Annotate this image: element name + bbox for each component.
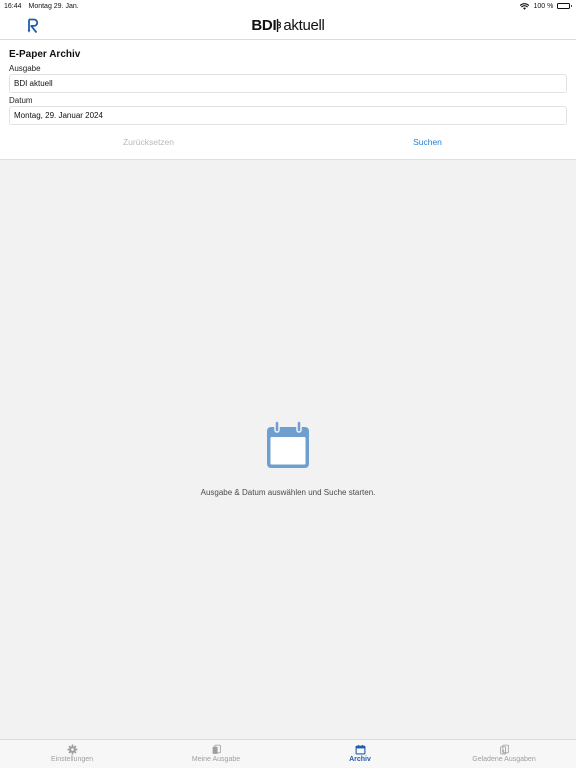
search-button[interactable]: Suchen: [288, 135, 567, 149]
tab-label: Einstellungen: [50, 756, 94, 763]
tab-archiv[interactable]: Archiv: [288, 740, 432, 768]
empty-message: Ausgabe & Datum auswählen und Suche star…: [200, 488, 376, 497]
brand-bold: BDI: [251, 17, 277, 34]
ausgabe-select[interactable]: BDI aktuell: [9, 74, 567, 93]
status-date: Montag 29. Jan.: [28, 2, 79, 10]
tab-einstellungen[interactable]: Einstellungen: [0, 740, 144, 768]
status-time: 16:44: [4, 2, 22, 10]
status-bar: 16:44 Montag 29. Jan. 100 %: [0, 0, 576, 12]
pages-icon: [212, 744, 221, 754]
tab-label: Archiv: [349, 756, 371, 763]
form-actions: Zurücksetzen Suchen: [9, 135, 567, 149]
download-icon: [499, 744, 509, 755]
caduceus-icon: [277, 18, 282, 32]
bookmark-logo-icon[interactable]: [26, 18, 40, 34]
status-right: 100 %: [520, 3, 572, 10]
nav-bar: BDI aktuell: [0, 12, 576, 40]
ausgabe-label: Ausgabe: [9, 64, 41, 73]
calendar-icon: [355, 744, 365, 755]
battery-percent: 100 %: [533, 2, 554, 10]
page-title: E-Paper Archiv: [9, 49, 81, 60]
brand-logo: BDI aktuell: [251, 17, 325, 34]
gear-icon: [67, 744, 77, 755]
wifi-icon: [520, 2, 530, 10]
status-left: 16:44 Montag 29. Jan.: [4, 3, 84, 10]
datum-picker[interactable]: Montag, 29. Januar 2024: [9, 106, 567, 125]
brand-light: aktuell: [283, 17, 325, 34]
tab-label: Meine Ausgabe: [191, 756, 241, 763]
archive-form: E-Paper Archiv Ausgabe BDI aktuell Datum…: [0, 40, 576, 160]
tab-bar: Einstellungen Meine Ausgabe Archiv Gelad…: [0, 739, 576, 768]
battery-icon: [557, 3, 572, 9]
ausgabe-value: BDI aktuell: [14, 79, 53, 88]
empty-state: Ausgabe & Datum auswählen und Suche star…: [0, 420, 576, 497]
datum-label: Datum: [9, 96, 33, 105]
tab-meine-ausgabe[interactable]: Meine Ausgabe: [144, 740, 288, 768]
reset-button[interactable]: Zurücksetzen: [9, 135, 288, 149]
datum-value: Montag, 29. Januar 2024: [14, 111, 103, 120]
tab-label: Geladene Ausgaben: [472, 756, 536, 763]
tab-geladene-ausgaben[interactable]: Geladene Ausgaben: [432, 740, 576, 768]
calendar-icon: [267, 420, 309, 468]
